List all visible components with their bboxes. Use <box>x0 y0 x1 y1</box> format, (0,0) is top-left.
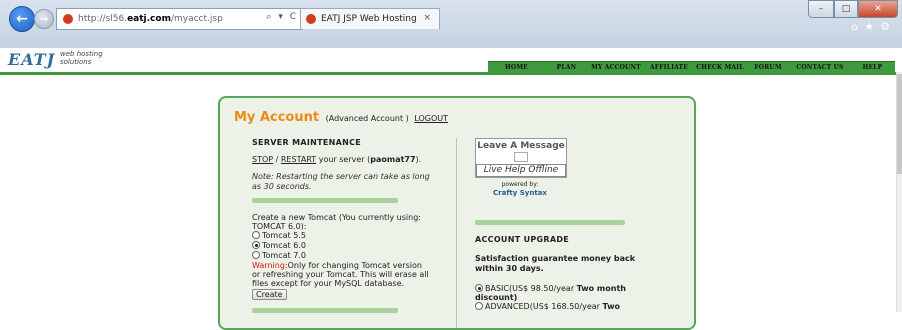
home-icon[interactable]: ⌂ <box>851 20 864 33</box>
window-controls: – □ ✕ <box>808 0 898 18</box>
logout-link[interactable]: LOGOUT <box>414 114 448 123</box>
account-title-row: My Account (Advanced Account ) LOGOUT <box>234 110 448 125</box>
site-tagline: web hosting solutions <box>60 50 103 66</box>
radio-selected-icon[interactable] <box>252 241 260 249</box>
server-text: your server ( <box>316 155 371 164</box>
tagline-line-1: web hosting <box>60 50 103 58</box>
radio-icon[interactable] <box>252 231 260 239</box>
tomcat-option-label: Tomcat 5.5 <box>262 231 306 240</box>
site-favicon-icon <box>63 14 73 24</box>
url-path: /myacct.jsp <box>170 14 223 24</box>
restart-note: Note: Restarting the server can take as … <box>252 172 430 191</box>
tomcat-option-7-0[interactable]: Tomcat 7.0 <box>252 251 430 261</box>
advanced-price: ADVANCED(US$ 168.50/year <box>485 302 603 311</box>
account-panel: My Account (Advanced Account ) LOGOUT SE… <box>218 96 696 330</box>
tomcat-option-6-0[interactable]: Tomcat 6.0 <box>252 241 430 251</box>
url-prefix: http://sl56. <box>78 14 128 24</box>
minimize-icon: – <box>818 4 824 14</box>
radio-icon[interactable] <box>475 302 483 310</box>
browser-chrome: ← → http://sl56. eatj.com/myacct.jsp ⌕ ▾ … <box>0 0 902 48</box>
star-icon[interactable]: ★ <box>864 20 880 33</box>
basic-tail: discount) <box>475 293 518 302</box>
url-domain: eatj.com <box>127 14 171 24</box>
vertical-scrollbar[interactable] <box>896 72 902 312</box>
tomcat-intro: Create a new Tomcat (You currently using… <box>252 213 421 231</box>
address-bar[interactable]: http://sl56. eatj.com/myacct.jsp ⌕ ▾ C <box>56 8 303 30</box>
radio-icon[interactable] <box>252 251 260 259</box>
maximize-icon: □ <box>841 4 851 14</box>
basic-price: BASIC(US$ 98.50/year <box>485 284 577 293</box>
section-divider <box>475 220 625 225</box>
leave-message-label: Leave A Message <box>477 141 565 151</box>
section-divider <box>252 198 398 203</box>
tab-close-icon[interactable]: × <box>423 13 431 23</box>
browser-toolbar-icons: ⌂★⚙ <box>851 20 896 33</box>
tomcat-options: Tomcat 5.5 Tomcat 6.0 Tomcat 7.0 <box>252 231 430 261</box>
basic-bonus: Two month <box>576 284 626 293</box>
account-upgrade-heading: ACCOUNT UPGRADE <box>475 235 570 244</box>
create-button[interactable]: Create <box>252 289 287 300</box>
radio-selected-icon[interactable] <box>475 284 483 292</box>
advanced-bonus: Two <box>602 302 620 311</box>
column-divider <box>456 138 457 328</box>
live-help-widget[interactable]: Leave A Message Live Help Offline <box>475 138 567 178</box>
live-help-status: Live Help Offline <box>476 164 566 177</box>
server-maintenance-heading: SERVER MAINTENANCE <box>252 138 362 147</box>
server-maintenance-section: SERVER MAINTENANCE STOP / RESTART your s… <box>252 138 430 313</box>
page-title: My Account <box>234 110 320 125</box>
gear-icon[interactable]: ⚙ <box>880 20 896 33</box>
server-text-close: ). <box>415 155 422 164</box>
server-control-line: STOP / RESTART your server (paomat77). <box>252 155 430 164</box>
slash: / <box>273 155 281 164</box>
scrollbar-thumb[interactable] <box>897 74 902 174</box>
maximize-button[interactable]: □ <box>834 0 858 18</box>
browser-tab[interactable]: EATJ JSP Web Hosting × <box>300 8 440 29</box>
server-name: paomat77 <box>370 155 416 164</box>
right-column: Leave A Message Live Help Offline powere… <box>475 138 675 311</box>
plan-advanced[interactable]: ADVANCED(US$ 168.50/year Two <box>475 302 675 311</box>
site-header: EATJ web hosting solutions HOME PLAN MY … <box>0 48 902 73</box>
account-type: (Advanced Account ) <box>325 114 409 123</box>
tomcat-warning: Warning:Only for changing Tomcat version… <box>252 261 430 288</box>
back-button[interactable]: ← <box>9 6 35 32</box>
arrow-left-icon: ← <box>16 11 28 27</box>
warning-label: Warning: <box>252 261 288 270</box>
forward-button[interactable]: → <box>34 9 54 29</box>
restart-link[interactable]: RESTART <box>281 155 316 164</box>
powered-by-label: powered by: <box>501 181 539 188</box>
tomcat-option-label: Tomcat 7.0 <box>262 251 306 260</box>
tomcat-option-5-5[interactable]: Tomcat 5.5 <box>252 231 430 241</box>
minimize-button[interactable]: – <box>808 0 834 18</box>
site-logo[interactable]: EATJ <box>8 50 55 69</box>
search-refresh-icons[interactable]: ⌕ ▾ C <box>266 12 298 22</box>
close-icon: ✕ <box>874 4 882 14</box>
header-separator <box>0 72 897 75</box>
envelope-icon <box>514 152 528 162</box>
close-button[interactable]: ✕ <box>858 0 898 18</box>
tab-title: EATJ JSP Web Hosting <box>321 14 417 24</box>
tab-favicon-icon <box>306 14 316 24</box>
powered-by: powered by: Crafty Syntax <box>475 181 565 198</box>
section-divider <box>252 308 398 313</box>
stop-link[interactable]: STOP <box>252 155 273 164</box>
tomcat-option-label: Tomcat 6.0 <box>262 241 306 250</box>
guarantee-text: Satisfaction guarantee money back within… <box>475 254 636 273</box>
crafty-syntax-link[interactable]: Crafty Syntax <box>493 189 547 197</box>
plan-basic[interactable]: BASIC(US$ 98.50/year Two month discount) <box>475 284 675 302</box>
tagline-line-2: solutions <box>60 58 92 66</box>
arrow-right-icon: → <box>39 13 49 25</box>
